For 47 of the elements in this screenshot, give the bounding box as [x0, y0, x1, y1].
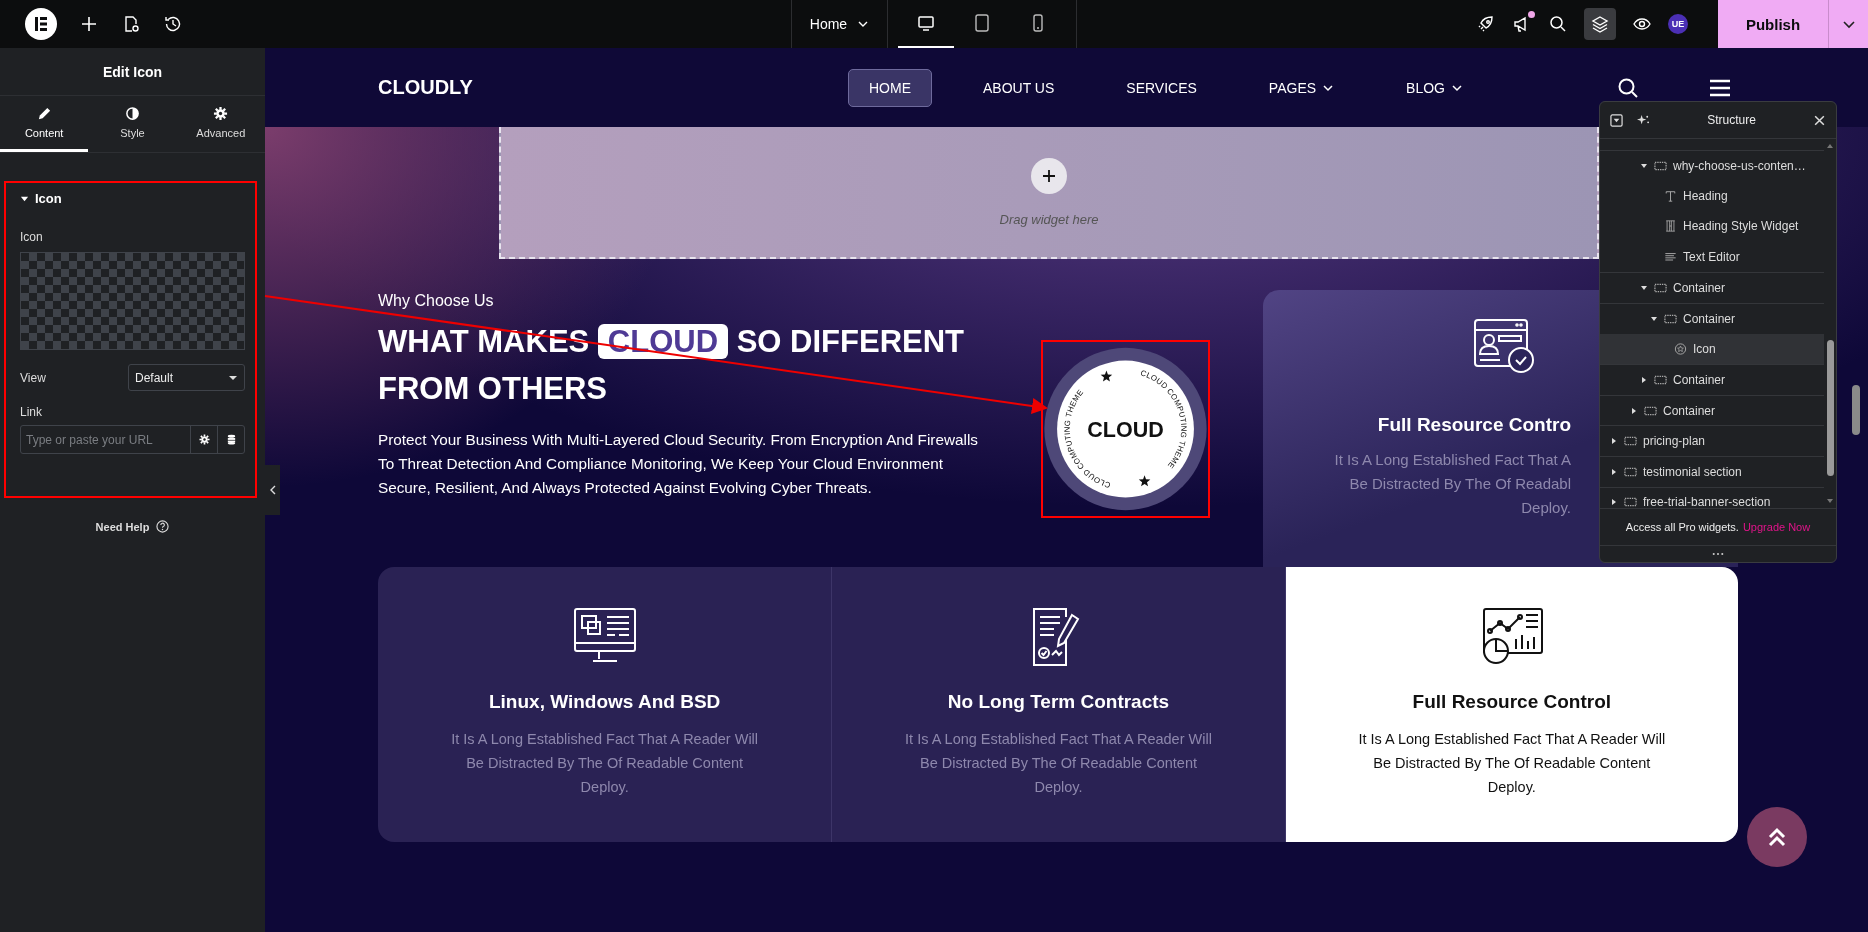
structure-item[interactable]: Heading Style Widget [1600, 211, 1824, 242]
promo-text: Access all Pro widgets. [1625, 521, 1739, 533]
nav-link[interactable]: SERVICES [1105, 68, 1218, 107]
structure-item[interactable]: Container [1600, 364, 1824, 395]
drop-hint: Drag widget here [999, 211, 1099, 227]
feature-description: It Is A Long Established Fact That A Reader Will Be Distracted By The Of Readable Content Deploy. [451, 730, 759, 797]
panel-tab[interactable]: Style [88, 96, 177, 152]
site-logo[interactable]: CLOUDLY [378, 76, 848, 99]
structure-item[interactable]: why-choose-us-conten… [1600, 150, 1824, 181]
feature-title: Full Resource Control [1412, 691, 1612, 713]
panel-tab[interactable]: Advanced [176, 96, 265, 152]
section-description: Protect Your Business With Multi-Layered Cloud Security. From Encryption And Firewalls To Threat Detection And Compliance Monitoring, We Keep Your Cloud Environment Secure, Resilient, And Always Protected Against Evolving Cyber Threats. [378, 430, 979, 498]
nav-link[interactable]: HOME [848, 68, 932, 107]
structure-item[interactable]: Container [1600, 394, 1824, 426]
structure-item[interactable]: Container [1600, 302, 1824, 334]
structure-item[interactable]: pricing-plan [1600, 425, 1824, 456]
panel-tab[interactable]: Content [0, 96, 89, 152]
field-label: Icon [20, 230, 44, 244]
feature-description: It Is A Long Established Fact That A Reader Will Be Distracted By The Of Readable Content Deploy. [905, 730, 1212, 797]
panel-title: Structure [1706, 113, 1757, 127]
badge-label: CLOUD [1087, 417, 1164, 442]
feature-title: No Long Term Contracts [947, 691, 1170, 713]
section-heading: WHAT MAKES CLOUD SO DIFFERENT FROM OTHERS [378, 323, 966, 408]
feature-description: It Is A Long Established Fact That A Be Distracted By The Of Readabl Deploy. [1334, 450, 1571, 518]
user-avatar[interactable]: UE [1668, 14, 1688, 34]
url-input[interactable]: Type or paste your URL [21, 426, 190, 453]
view-select[interactable]: Default [128, 364, 245, 391]
section-toggle[interactable]: Icon [20, 183, 62, 206]
structure-item[interactable]: Text Editor [1600, 241, 1824, 273]
help-link[interactable]: Need Help [95, 520, 150, 533]
structure-item[interactable]: testimonial section [1600, 455, 1824, 487]
url-field[interactable]: Type or paste your URL [20, 425, 245, 454]
structure-item[interactable]: Container [1600, 272, 1824, 303]
field-label: Link [20, 405, 43, 419]
nav-link[interactable]: BLOG [1385, 68, 1484, 107]
structure-item[interactable]: Heading [1600, 180, 1824, 212]
field-label: View [20, 370, 46, 385]
structure-item[interactable]: free-trial-banner-section [1600, 486, 1824, 508]
nav-link[interactable]: ABOUT US [962, 68, 1076, 107]
feature-title: Linux, Windows And BSD [489, 691, 721, 713]
upgrade-link[interactable]: Upgrade Now [1742, 521, 1811, 533]
nav-link[interactable]: PAGES [1247, 68, 1356, 107]
structure-item[interactable]: Icon [1600, 333, 1824, 365]
feature-description: It Is A Long Established Fact That A Reader Will Be Distracted By The Of Readable Content Deploy. [1358, 730, 1666, 797]
section-eyebrow: Why Choose Us [378, 292, 495, 310]
feature-title: Full Resource Contro [1377, 414, 1571, 436]
publish-button[interactable]: Publish [1718, 0, 1828, 48]
